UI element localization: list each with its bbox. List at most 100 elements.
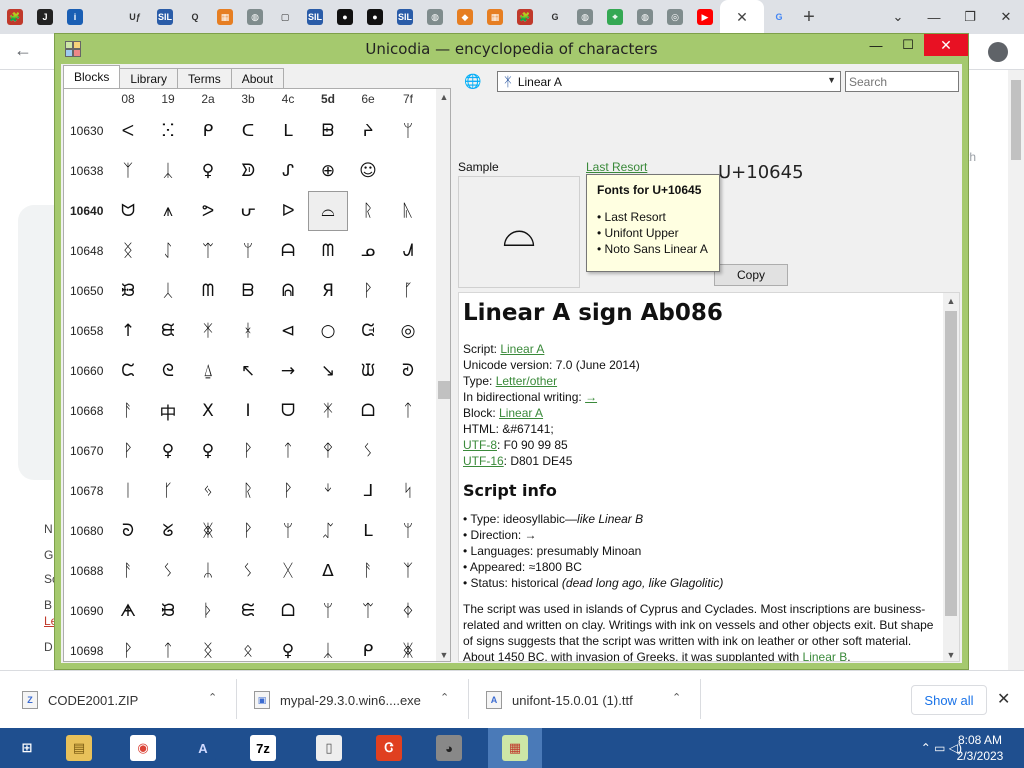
selected-character-cell[interactable]: ⌓	[308, 191, 348, 231]
character-cell[interactable]: I	[228, 391, 268, 431]
grid-scroll-up-icon[interactable]: ▲	[436, 89, 450, 105]
browser-tab[interactable]: ◍	[570, 0, 600, 34]
search-input[interactable]	[845, 71, 959, 92]
info-scroll-thumb[interactable]	[945, 311, 957, 616]
character-cell[interactable]: ↘	[308, 351, 348, 391]
character-cell[interactable]: ᘐ	[108, 511, 148, 551]
character-cell[interactable]: ᚷ	[268, 551, 308, 591]
download-item[interactable]: Z CODE2001.ZIP	[22, 683, 138, 717]
tab-terms[interactable]: Terms	[177, 68, 232, 88]
character-cell[interactable]: ᚴ	[148, 471, 188, 511]
browser-tab[interactable]: ●	[360, 0, 390, 34]
character-cell[interactable]: ᚣ	[388, 191, 428, 231]
taskbar-app-button[interactable]: A	[176, 728, 230, 768]
character-cell[interactable]: ♀	[148, 431, 188, 471]
character-cell[interactable]: ᚵ	[388, 271, 428, 311]
browser-close-button[interactable]: ✕	[988, 0, 1024, 34]
info-scrollbar[interactable]: ▲ ▼	[943, 293, 959, 661]
taskbar-app-button[interactable]: Ꮳ	[362, 728, 416, 768]
character-cell[interactable]: ᛤ	[188, 511, 228, 551]
character-cell[interactable]: ♀	[188, 431, 228, 471]
character-cell[interactable]: ᚹ	[228, 431, 268, 471]
browser-tab[interactable]: G	[764, 0, 794, 34]
character-cell[interactable]	[388, 431, 428, 471]
character-cell[interactable]: ᛏ	[268, 431, 308, 471]
character-cell[interactable]: ᚱ	[348, 191, 388, 231]
character-cell[interactable]: ᛣ	[308, 631, 348, 661]
profile-avatar[interactable]	[988, 42, 1008, 62]
browser-tab[interactable]: 🧩	[510, 0, 540, 34]
character-cell[interactable]: ᘓ	[148, 351, 188, 391]
app-titlebar[interactable]: Unicodia — encyclopedia of characters — …	[55, 34, 968, 64]
character-cell[interactable]: ᗜ	[268, 391, 308, 431]
character-cell[interactable]: ᛡ	[308, 391, 348, 431]
browser-tab[interactable]: ◍	[240, 0, 270, 34]
character-cell[interactable]: ᔨ	[348, 111, 388, 151]
character-cell[interactable]: ᛊ	[228, 551, 268, 591]
character-cell[interactable]: ᛳ	[308, 431, 348, 471]
browser-tab[interactable]: 🧩	[0, 0, 30, 34]
block-link[interactable]: Linear A	[499, 406, 543, 420]
new-tab-button[interactable]: +	[794, 0, 824, 34]
utf8-link[interactable]: UTF-8	[463, 438, 497, 452]
back-arrow-icon[interactable]: ←	[14, 40, 32, 61]
character-cell[interactable]: ᛡ	[188, 311, 228, 351]
bidi-link[interactable]: →	[585, 390, 597, 404]
character-cell[interactable]: ᛊ	[148, 551, 188, 591]
tab-library[interactable]: Library	[119, 68, 179, 88]
character-cell[interactable]: ᛃ	[188, 471, 228, 511]
character-cell[interactable]: ᛘ	[268, 511, 308, 551]
info-scroll-down-icon[interactable]: ▼	[943, 647, 959, 661]
grid-scrollbar[interactable]: ▲ ▼	[436, 89, 450, 661]
character-cell[interactable]: ♀	[268, 631, 308, 661]
character-cell[interactable]: ᛦ	[188, 551, 228, 591]
character-cell[interactable]: ᗰ	[308, 231, 348, 271]
character-cell[interactable]: ᗂ	[388, 231, 428, 271]
browser-tab[interactable]: ▢	[270, 0, 300, 34]
character-cell[interactable]: ᛤ	[388, 631, 428, 661]
globe-icon[interactable]: 🌐	[461, 70, 485, 92]
character-cell[interactable]: ☺	[348, 151, 388, 191]
character-cell[interactable]: ⊕	[308, 151, 348, 191]
character-cell[interactable]: ᒪ	[348, 511, 388, 551]
character-cell[interactable]: ᙅ	[108, 351, 148, 391]
character-cell[interactable]: ᔑ	[268, 151, 308, 191]
character-cell[interactable]: ᛉ	[388, 551, 428, 591]
character-cell[interactable]: ᗝ	[268, 591, 308, 631]
character-cell[interactable]: ᗗ	[108, 591, 148, 631]
font-link[interactable]: Last Resort	[586, 160, 647, 174]
browser-tab[interactable]: ◍	[420, 0, 450, 34]
browser-tab[interactable]: ⌖	[600, 0, 630, 34]
character-cell[interactable]: ᛢ	[308, 511, 348, 551]
taskbar-app-button[interactable]: ▦	[488, 728, 542, 768]
character-cell[interactable]: ᛘ	[308, 591, 348, 631]
download-item[interactable]: ▣ mypal-29.3.0.win6....exe	[254, 683, 421, 717]
character-cell[interactable]: ↖	[228, 351, 268, 391]
character-cell[interactable]: ᛝ	[188, 631, 228, 661]
character-cell[interactable]: ᛁ	[108, 471, 148, 511]
character-cell[interactable]: ᛠ	[348, 591, 388, 631]
character-cell[interactable]: ᗷ	[228, 271, 268, 311]
background-page-scrollbar[interactable]	[1008, 70, 1024, 670]
browser-tab[interactable]: SIL	[390, 0, 420, 34]
chevron-down-icon[interactable]: ▼	[827, 75, 836, 85]
character-cell[interactable]: ᗸ	[308, 111, 348, 151]
download-menu-chevron-icon[interactable]: ⌃	[440, 691, 449, 704]
character-cell[interactable]: Я	[308, 271, 348, 311]
character-cell[interactable]: ᚹ	[228, 511, 268, 551]
browser-tab[interactable]: i	[60, 0, 90, 34]
character-cell[interactable]: X	[188, 391, 228, 431]
character-cell[interactable]: ᒧ	[348, 471, 388, 511]
browser-restore-button[interactable]: ❐	[952, 0, 988, 34]
browser-tab[interactable]: ●	[330, 0, 360, 34]
script-link[interactable]: Linear A	[500, 342, 544, 356]
browser-tab[interactable]: SIL	[300, 0, 330, 34]
character-cell[interactable]: ᗩ	[268, 231, 308, 271]
show-all-button[interactable]: Show all	[911, 685, 987, 715]
character-cell[interactable]: ᛏ	[148, 631, 188, 661]
browser-tab[interactable]	[90, 0, 120, 34]
character-cell[interactable]: ᛇ	[148, 231, 188, 271]
browser-tab[interactable]: J	[30, 0, 60, 34]
browser-tab[interactable]: ▦	[480, 0, 510, 34]
downloads-close-icon[interactable]: ✕	[997, 689, 1010, 709]
